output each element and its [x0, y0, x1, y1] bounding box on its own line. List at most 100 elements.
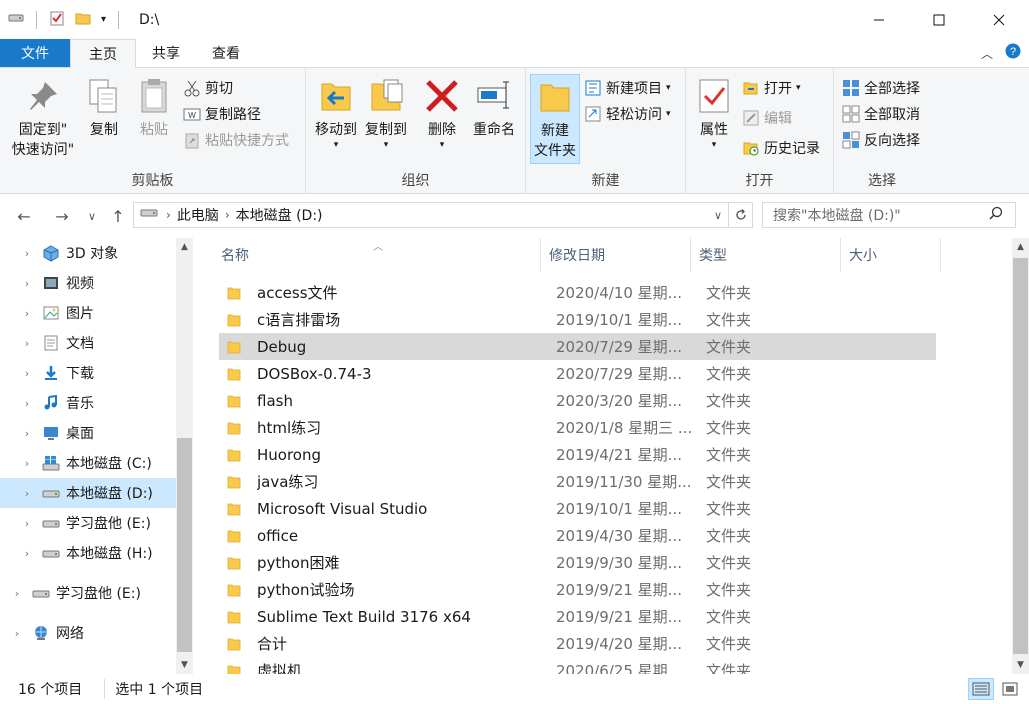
paste-shortcut-button[interactable]: 粘贴快捷方式	[183, 128, 289, 152]
paste-button[interactable]: 粘贴	[132, 76, 176, 140]
nav-item[interactable]: › 本地磁盘 (H:)	[0, 538, 176, 568]
nav-item[interactable]: › 本地磁盘 (C:)	[0, 448, 176, 478]
tab-view[interactable]: 查看	[196, 39, 256, 67]
chevron-right-icon[interactable]: ›	[164, 208, 173, 222]
chevron-right-icon[interactable]: ›	[20, 337, 34, 350]
tab-file[interactable]: 文件	[0, 39, 70, 67]
file-list-scrollbar-thumb[interactable]	[1013, 258, 1028, 654]
scroll-up-arrow[interactable]: ▲	[176, 242, 193, 252]
move-to-button[interactable]: 移动到 ▾	[312, 76, 360, 150]
file-row[interactable]: 虚拟机 2020/6/25 星期... 文件夹	[219, 657, 936, 674]
chevron-right-icon[interactable]: ›	[10, 627, 24, 640]
nav-item[interactable]: › 图片	[0, 298, 176, 328]
invert-selection-button[interactable]: 反向选择	[842, 128, 920, 152]
file-list-scrollbar[interactable]: ▲ ▼	[1012, 238, 1029, 674]
column-header-name[interactable]: 名称	[213, 238, 541, 272]
chevron-right-icon[interactable]: ›	[10, 587, 24, 600]
new-item-button[interactable]: 新建项目 ▾	[584, 76, 671, 100]
nav-item[interactable]: › 本地磁盘 (D:)	[0, 478, 176, 508]
chevron-right-icon[interactable]: ›	[20, 487, 34, 500]
nav-item[interactable]: › 文档	[0, 328, 176, 358]
file-row[interactable]: flash 2020/3/20 星期... 文件夹	[219, 387, 936, 414]
chevron-right-icon[interactable]: ›	[20, 247, 34, 260]
copy-to-button[interactable]: 复制到 ▾	[362, 76, 410, 150]
file-row[interactable]: java练习 2019/11/30 星期... 文件夹	[219, 468, 936, 495]
recent-locations-button[interactable]: ∨	[84, 206, 100, 226]
help-icon[interactable]: ?	[1005, 43, 1021, 63]
nav-item[interactable]: › 学习盘他 (E:)	[0, 578, 176, 608]
edit-button[interactable]: 编辑	[742, 106, 792, 130]
new-folder-button[interactable]: 新建 文件夹	[530, 74, 580, 164]
chevron-right-icon[interactable]: ›	[20, 547, 34, 560]
properties-button[interactable]: 属性 ▾	[692, 76, 736, 150]
breadcrumb-this-pc[interactable]: 此电脑	[173, 205, 223, 225]
file-row[interactable]: Debug 2020/7/29 星期... 文件夹	[219, 333, 936, 360]
easy-access-button[interactable]: 轻松访问 ▾	[584, 102, 671, 126]
chevron-right-icon[interactable]: ›	[20, 517, 34, 530]
forward-button[interactable]: →	[52, 206, 72, 226]
open-button[interactable]: 打开 ▾	[742, 76, 801, 100]
properties-icon[interactable]	[49, 10, 65, 30]
chevron-right-icon[interactable]: ›	[20, 397, 34, 410]
refresh-button[interactable]	[728, 203, 752, 227]
file-row[interactable]: html练习 2020/1/8 星期三 ... 文件夹	[219, 414, 936, 441]
file-row[interactable]: office 2019/4/30 星期... 文件夹	[219, 522, 936, 549]
file-row[interactable]: c语言排雷场 2019/10/1 星期... 文件夹	[219, 306, 936, 333]
chevron-right-icon[interactable]: ›	[20, 277, 34, 290]
close-button[interactable]	[969, 0, 1029, 39]
new-folder-icon[interactable]	[75, 10, 91, 30]
nav-item[interactable]: › 桌面	[0, 418, 176, 448]
search-input[interactable]: 搜索"本地磁盘 (D:)"	[762, 202, 1016, 228]
nav-scrollbar[interactable]: ▲ ▼	[176, 238, 193, 674]
breadcrumb-drive-d[interactable]: 本地磁盘 (D:)	[232, 205, 327, 225]
select-all-button[interactable]: 全部选择	[842, 76, 920, 100]
chevron-right-icon[interactable]: ›	[20, 307, 34, 320]
copy-button[interactable]: 复制	[82, 76, 126, 140]
file-row[interactable]: python试验场 2019/9/21 星期... 文件夹	[219, 576, 936, 603]
scroll-down-arrow[interactable]: ▼	[176, 660, 193, 670]
chevron-right-icon[interactable]: ›	[223, 208, 232, 222]
nav-item[interactable]: › 音乐	[0, 388, 176, 418]
tab-home[interactable]: 主页	[70, 39, 136, 68]
copy-path-button[interactable]: W 复制路径	[183, 102, 261, 126]
back-button[interactable]: ←	[14, 206, 34, 226]
column-header-size[interactable]: 大小	[841, 238, 941, 272]
chevron-down-icon[interactable]: ∨	[708, 209, 728, 222]
file-row[interactable]: Huorong 2019/4/21 星期... 文件夹	[219, 441, 936, 468]
pin-quick-access-button[interactable]: 固定到" 快速访问"	[8, 76, 78, 160]
nav-item[interactable]: › 视频	[0, 268, 176, 298]
file-row[interactable]: 合计 2019/4/20 星期... 文件夹	[219, 630, 936, 657]
up-button[interactable]: ↑	[108, 206, 128, 226]
tab-share[interactable]: 共享	[136, 39, 196, 67]
cut-button[interactable]: 剪切	[183, 76, 233, 100]
delete-button[interactable]: 删除 ▾	[420, 76, 464, 150]
nav-item[interactable]: › 网络	[0, 618, 176, 648]
chevron-right-icon[interactable]: ›	[20, 457, 34, 470]
file-row[interactable]: Sublime Text Build 3176 x64 2019/9/21 星期.…	[219, 603, 936, 630]
column-header-type[interactable]: 类型	[691, 238, 841, 272]
large-icons-view-button[interactable]	[997, 678, 1023, 700]
drive-icon[interactable]	[8, 12, 24, 28]
rename-button[interactable]: 重命名	[468, 76, 520, 140]
scroll-down-arrow[interactable]: ▼	[1012, 660, 1029, 670]
chevron-up-icon[interactable]: ︿	[981, 45, 993, 62]
details-view-button[interactable]	[968, 678, 994, 700]
column-header-date[interactable]: 修改日期	[541, 238, 691, 272]
file-row[interactable]: access文件 2020/4/10 星期... 文件夹	[219, 279, 936, 306]
chevron-right-icon[interactable]: ›	[20, 427, 34, 440]
nav-item[interactable]: › 学习盘他 (E:)	[0, 508, 176, 538]
chevron-down-icon[interactable]: ▾	[101, 14, 106, 25]
address-bar[interactable]: › 此电脑 › 本地磁盘 (D:) ∨	[133, 202, 753, 228]
scroll-up-arrow[interactable]: ▲	[1012, 242, 1029, 252]
file-row[interactable]: python困难 2019/9/30 星期... 文件夹	[219, 549, 936, 576]
history-button[interactable]: 历史记录	[742, 136, 820, 160]
file-row[interactable]: Microsoft Visual Studio 2019/10/1 星期... 文件…	[219, 495, 936, 522]
chevron-right-icon[interactable]: ›	[20, 367, 34, 380]
minimize-button[interactable]	[849, 0, 909, 39]
nav-scrollbar-thumb[interactable]	[177, 438, 192, 652]
select-none-button[interactable]: 全部取消	[842, 102, 920, 126]
maximize-button[interactable]	[909, 0, 969, 39]
nav-item[interactable]: › 3D 对象	[0, 238, 176, 268]
file-row[interactable]: DOSBox-0.74-3 2020/7/29 星期... 文件夹	[219, 360, 936, 387]
nav-item[interactable]: › 下载	[0, 358, 176, 388]
